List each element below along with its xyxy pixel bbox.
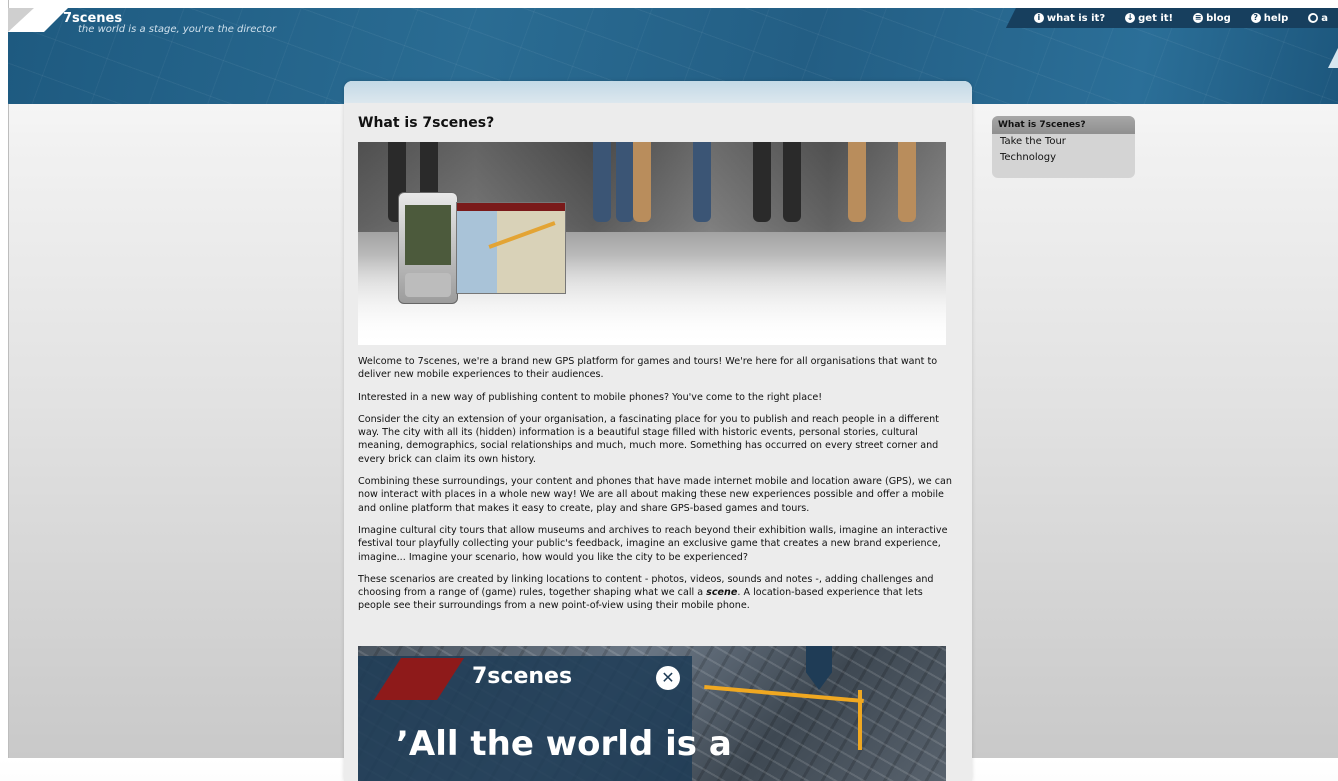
nav-label: a <box>1321 12 1328 24</box>
nav-blog[interactable]: ≡ blog <box>1183 8 1241 28</box>
phone-screen <box>405 205 451 265</box>
video-brand: 7scenes <box>472 664 573 689</box>
pedestrian-coat <box>848 142 866 222</box>
nav-label: blog <box>1206 12 1231 24</box>
route-line <box>858 690 862 750</box>
nav-account[interactable]: ● a <box>1298 8 1338 28</box>
map-window-titlebar <box>457 203 565 211</box>
shopping-bag <box>633 142 651 222</box>
account-icon: ● <box>1308 13 1319 23</box>
map-window-image <box>456 202 566 294</box>
map-road <box>488 221 556 249</box>
corner-arrow-icon <box>1328 48 1338 68</box>
scene-term: scene <box>706 587 738 599</box>
blog-icon: ≡ <box>1193 13 1204 23</box>
pedestrian-leg <box>593 142 611 222</box>
hero-image <box>358 142 946 345</box>
paragraph: These scenarios are created by linking l… <box>358 573 958 613</box>
content-top-bar <box>344 81 972 103</box>
nav-what-is-it[interactable]: i what is it? <box>1024 8 1115 28</box>
intro-video[interactable]: 7scenes ✕ ’All the world is a <box>358 646 946 781</box>
phone-keypad <box>405 273 451 297</box>
side-nav: What is 7scenes? Take the Tour Technolog… <box>992 116 1135 178</box>
side-nav-heading[interactable]: What is 7scenes? <box>992 116 1135 134</box>
paragraph: Interested in a new way of publishing co… <box>358 391 823 403</box>
paragraph: Consider the city an extension of your o… <box>358 413 939 465</box>
mobile-phone-image <box>398 192 458 304</box>
pedestrian-leg <box>753 142 771 222</box>
page-title: What is 7scenes? <box>358 115 495 131</box>
top-strip <box>0 0 1338 8</box>
nav-label: help <box>1263 12 1289 24</box>
info-icon: i <box>1033 13 1044 23</box>
help-icon: ? <box>1250 13 1261 23</box>
top-nav: i what is it? ↓ get it! ≡ blog ? help ● … <box>1005 8 1338 28</box>
nav-get-it[interactable]: ↓ get it! <box>1115 8 1183 28</box>
pedestrian-leg <box>783 142 801 222</box>
nav-label: what is it? <box>1046 12 1106 24</box>
paragraph: Welcome to 7scenes, we're a brand new GP… <box>358 356 938 381</box>
nav-label: get it! <box>1138 12 1174 24</box>
pedestrian-coat <box>898 142 916 222</box>
pedestrian-leg <box>616 142 634 222</box>
main-content: What is 7scenes? Welcome to 7scenes, we'… <box>344 81 972 781</box>
side-nav-technology[interactable]: Technology <box>992 150 1135 166</box>
map-water <box>457 211 497 293</box>
close-icon[interactable]: ✕ <box>656 666 680 690</box>
pedestrian-leg <box>693 142 711 222</box>
paragraph: Combining these surroundings, your conte… <box>358 476 952 514</box>
nav-help[interactable]: ? help <box>1241 8 1299 28</box>
paragraph: Imagine cultural city tours that allow m… <box>358 524 948 563</box>
side-nav-take-the-tour[interactable]: Take the Tour <box>992 134 1135 150</box>
brand-tagline: the world is a stage, you're the directo… <box>78 24 277 35</box>
left-border <box>0 0 9 758</box>
video-quote: ’All the world is a <box>396 724 732 764</box>
intro-text: Welcome to 7scenes, we're a brand new GP… <box>358 355 958 622</box>
download-icon: ↓ <box>1125 13 1136 23</box>
